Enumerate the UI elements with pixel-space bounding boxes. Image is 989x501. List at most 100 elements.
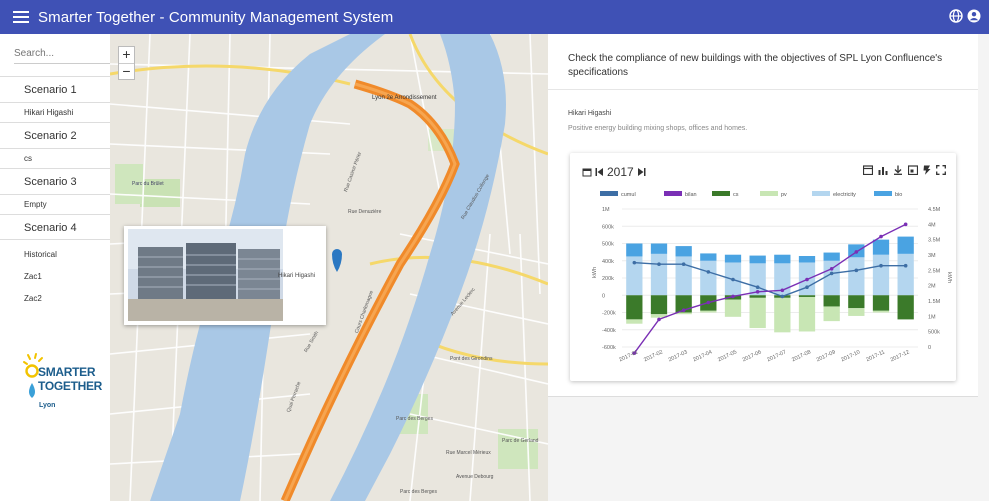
sidebar-item-zac1[interactable]: Zac1 <box>0 266 110 288</box>
y-left-tick-label: 0 <box>602 293 605 299</box>
cumul-point <box>780 294 785 299</box>
map-label: Pont des Girondins <box>450 356 493 362</box>
sidebar-item-cs[interactable]: cs <box>0 148 110 168</box>
bio-bar <box>798 256 816 263</box>
electricity-bar <box>872 254 890 296</box>
zoom-in-button[interactable]: + <box>119 47 134 63</box>
x-tick-label: 2017-07 <box>766 349 787 363</box>
y-left-axis-label: kWh <box>592 267 598 278</box>
menu-icon[interactable] <box>13 11 29 23</box>
bio-bar <box>897 236 914 254</box>
y-right-tick-label: 4.5M <box>928 207 941 213</box>
pv-bar <box>872 310 890 313</box>
cumul-point <box>681 262 686 266</box>
cs-bar <box>848 295 865 309</box>
sidebar-item-scenario-2[interactable]: Scenario 2 <box>0 122 110 148</box>
pv-bar <box>626 319 643 324</box>
building-photo <box>128 229 283 321</box>
globe-icon[interactable] <box>949 9 963 23</box>
y-right-tick-label: 500k <box>928 330 940 336</box>
pv-bar <box>700 310 717 313</box>
bio-bar <box>823 252 840 261</box>
bio-bar <box>724 254 742 263</box>
building-card: Hikari Higashi Positive energy building … <box>548 90 978 397</box>
building-popup[interactable]: Hikari Higashi <box>124 226 326 325</box>
cs-bar <box>626 295 643 320</box>
legend-swatch <box>812 191 830 196</box>
cs-bar <box>650 295 668 315</box>
legend-label: pv <box>781 192 787 198</box>
bio-bar <box>650 243 668 254</box>
electricity-bar <box>675 256 692 296</box>
sidebar-item-scenario-4[interactable]: Scenario 4 <box>0 214 110 240</box>
y-left-tick-label: 500k <box>602 242 614 248</box>
scenario-list: Scenario 1 Hikari Higashi Scenario 2 cs … <box>0 76 110 310</box>
cumul-point <box>706 270 711 274</box>
bio-bar <box>749 255 766 264</box>
cs-bar <box>749 295 766 298</box>
map-label: Parc des Berges <box>400 489 437 495</box>
y-right-tick-label: 2.5M <box>928 268 941 274</box>
cumul-point <box>829 271 834 276</box>
map-label: Rue Denuzière <box>348 209 382 215</box>
bilan-point <box>681 308 686 312</box>
sidebar-item-scenario-1[interactable]: Scenario 1 <box>0 76 110 102</box>
energy-chart-card: 2017 -600k -400k -200k 0 200k 400k 500k 600k 1M 0… <box>570 153 956 381</box>
map-label: Rue Marcel Mérieux <box>446 450 491 456</box>
zoom-out-button[interactable]: − <box>119 63 134 79</box>
y-right-tick-label: 1M <box>928 314 936 320</box>
cumul-point <box>805 285 809 289</box>
search-input[interactable] <box>14 48 114 64</box>
legend-label: electricity <box>833 192 856 198</box>
bilan-point <box>854 250 859 254</box>
building-description: Positive energy building mixing shops, o… <box>568 125 748 132</box>
sidebar-item-historical[interactable]: Historical <box>0 244 110 266</box>
sidebar-item-zac2[interactable]: Zac2 <box>0 288 110 310</box>
pv-bar <box>724 299 742 317</box>
cumul-point <box>903 263 908 268</box>
details-panel: Check the compliance of new buildings wi… <box>548 34 989 501</box>
pv-bar <box>823 306 840 322</box>
pv-bar <box>798 296 816 332</box>
bio-bar <box>872 239 890 255</box>
x-tick-label: 2017-04 <box>692 349 713 363</box>
legend-swatch <box>760 191 778 196</box>
sidebar-item-empty[interactable]: Empty <box>0 194 110 214</box>
sidebar-item-scenario-3[interactable]: Scenario 3 <box>0 168 110 194</box>
cs-bar <box>897 295 914 320</box>
sidebar: Scenario 1 Hikari Higashi Scenario 2 cs … <box>0 34 114 501</box>
bio-bar <box>675 246 692 257</box>
bilan-point <box>731 294 735 299</box>
map-label: Parc du Brûlet <box>132 181 164 187</box>
app-title: Smarter Together - Community Management … <box>38 8 394 26</box>
y-left-tick-label: -200k <box>602 311 616 317</box>
bilan-point <box>805 277 809 282</box>
y-left-tick-label: 400k <box>602 259 614 265</box>
legend-swatch <box>664 191 682 196</box>
x-tick-label: 2017-11 <box>865 349 885 363</box>
bio-bar <box>626 243 643 257</box>
top-app-bar: Smarter Together - Community Management … <box>0 0 989 34</box>
x-tick-label: 2017-02 <box>643 349 664 363</box>
x-tick-label: 2017-10 <box>840 349 861 363</box>
legend-label: bio <box>895 192 902 198</box>
account-icon[interactable] <box>967 9 981 23</box>
y-right-tick-label: 4M <box>928 222 936 228</box>
legend-swatch <box>600 191 618 196</box>
smarter-together-logo: SMARTER TOGETHER Lyon <box>22 352 102 422</box>
cumul-point <box>632 260 637 265</box>
y-left-tick-label: 600k <box>602 224 614 230</box>
electricity-bar <box>848 257 865 296</box>
pv-bar <box>848 308 865 316</box>
x-tick-label: 2017-05 <box>717 349 738 363</box>
y-right-tick-label: 3.5M <box>928 238 941 244</box>
y-left-tick-label: 1M <box>602 207 610 213</box>
cumul-point <box>755 285 760 289</box>
building-owner: Hikari Higashi <box>568 110 612 117</box>
bilan-point <box>657 317 661 322</box>
electricity-bar <box>823 260 840 296</box>
electricity-bar <box>700 260 717 296</box>
scenario-description: Check the compliance of new buildings wi… <box>568 53 943 78</box>
map-label: Parc de Gerland <box>502 438 539 444</box>
sidebar-item-hikari-higashi[interactable]: Hikari Higashi <box>0 102 110 122</box>
